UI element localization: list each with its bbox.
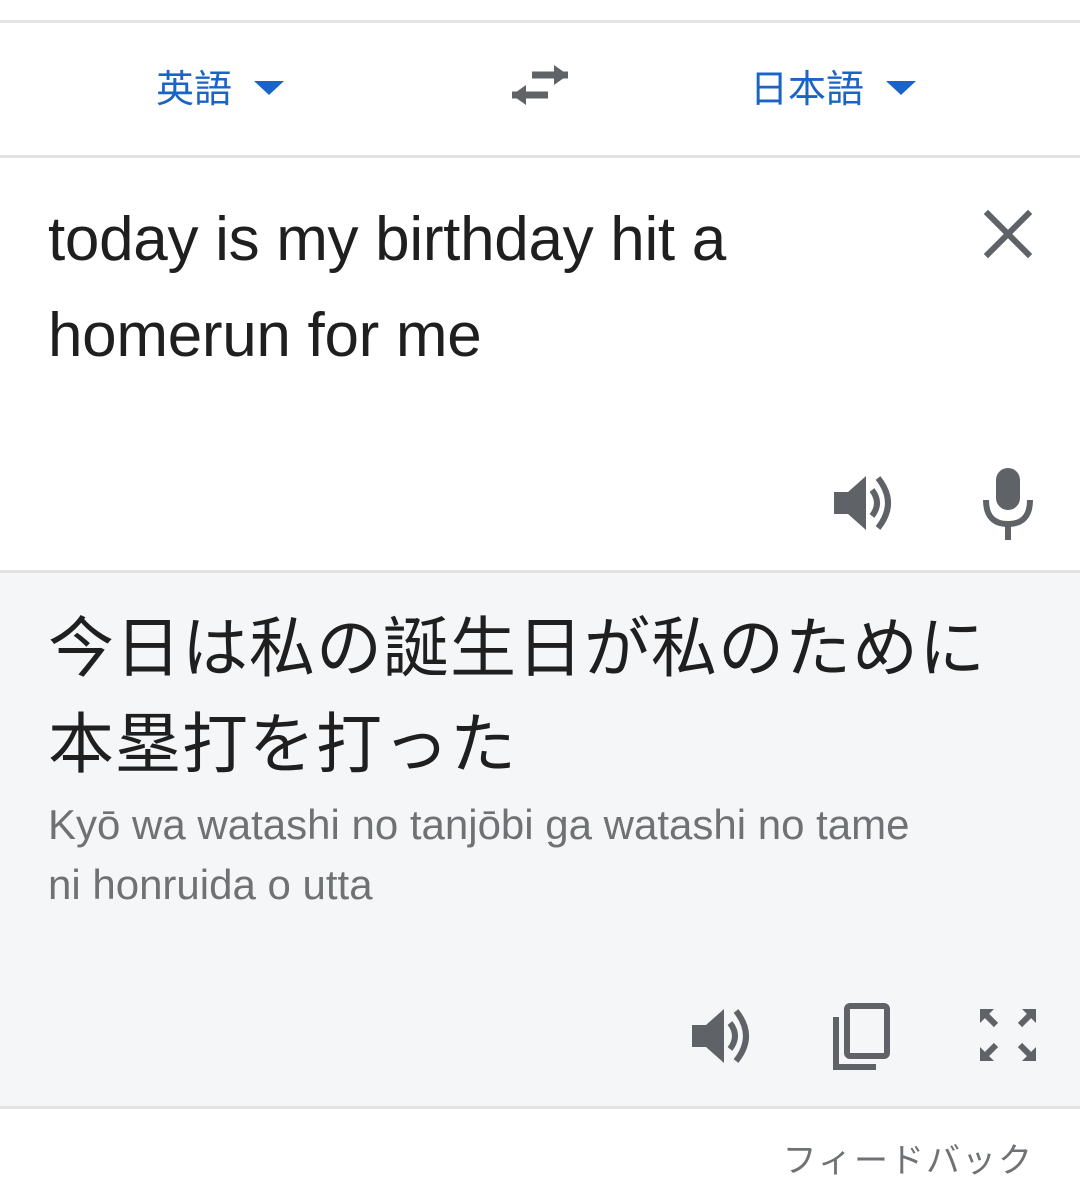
voice-input-button[interactable] — [980, 464, 1036, 542]
target-language-label: 日本語 — [750, 66, 865, 111]
source-listen-button[interactable] — [828, 468, 898, 538]
language-bar: 英語 日本語 — [0, 23, 1080, 155]
copy-translation-button[interactable] — [830, 1001, 894, 1073]
speaker-icon — [692, 1009, 749, 1063]
copy-icon — [833, 1003, 890, 1070]
swap-languages-button[interactable] — [508, 57, 572, 113]
romanization-text: Kyō wa watashi no tanjōbi ga watashi no … — [48, 801, 910, 908]
chevron-down-icon — [886, 81, 917, 95]
fullscreen-button[interactable] — [974, 1003, 1042, 1067]
translation-text: 今日は私の誕生日が私のために本塁打を打った — [48, 610, 986, 783]
chevron-down-icon — [254, 81, 285, 95]
fullscreen-icon — [979, 1008, 1037, 1062]
translation-result-panel: 今日は私の誕生日が私のために本塁打を打った Kyō wa watashi no … — [0, 573, 1080, 1107]
feedback-link[interactable]: フィードバック — [783, 1133, 1034, 1182]
footer: フィードバック — [0, 1109, 1080, 1199]
source-text[interactable]: today is my birthday hit a homerun for m… — [48, 192, 928, 384]
swap-arrows-icon — [512, 65, 568, 105]
target-language-selector[interactable]: 日本語 — [750, 59, 917, 111]
microphone-icon — [983, 468, 1033, 540]
source-input-panel[interactable]: today is my birthday hit a homerun for m… — [0, 158, 1080, 570]
close-icon — [983, 209, 1033, 259]
speaker-icon — [834, 476, 891, 530]
source-language-label: 英語 — [156, 66, 233, 111]
translation-listen-button[interactable] — [686, 1001, 756, 1071]
clear-text-button[interactable] — [980, 206, 1036, 262]
source-language-selector[interactable]: 英語 — [156, 59, 285, 111]
